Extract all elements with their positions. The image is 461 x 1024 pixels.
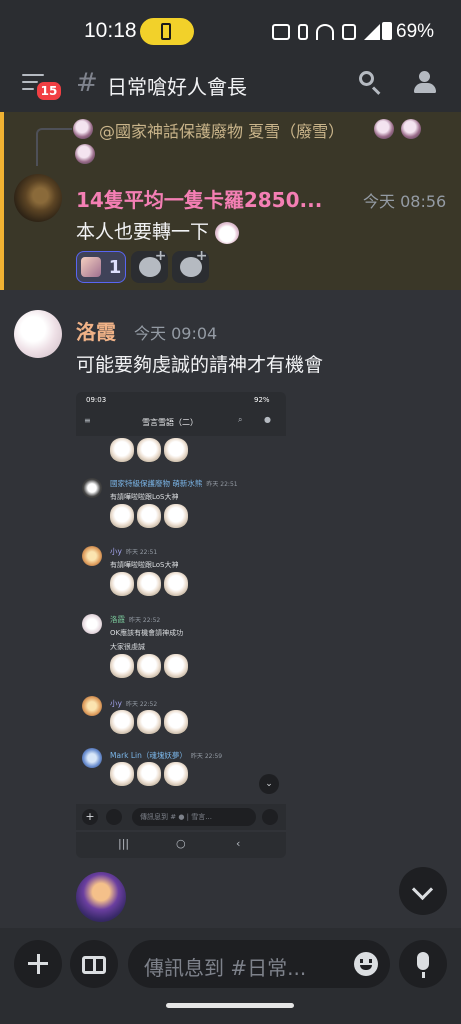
embedded-time: 09:03 <box>86 396 107 404</box>
embedded-header: ≡ 雪言雪語（二） ⌕ ● <box>76 410 286 436</box>
embedded-composer: + 傳訊息到 # ● | 雪言... <box>76 804 286 830</box>
embedded-back-icon: ‹ <box>236 837 241 850</box>
message-username[interactable]: 14隻平均一隻卡羅2850... <box>76 184 322 213</box>
embedded-text: 大家很虔誠 <box>110 643 145 651</box>
embedded-username: Mark Lin（魂塊妖夢） 昨天 22:59 <box>110 751 223 760</box>
message-input[interactable]: 傳訊息到 #日常... <box>128 940 390 988</box>
embedded-chevron-down-icon: ⌄ <box>259 774 279 794</box>
avatar <box>82 696 102 716</box>
avatar[interactable] <box>14 310 62 358</box>
search-icon[interactable] <box>358 70 384 96</box>
battery-percent: 69% <box>396 21 435 42</box>
embedded-status-bar: 09:03 92% <box>76 392 286 410</box>
message-timestamp: 今天 08:56 <box>363 192 447 211</box>
attached-screenshot-image[interactable]: 09:03 92% ≡ 雪言雪語（二） ⌕ ● 國家特級保護廢物 萌新水熊 昨天 … <box>76 392 286 858</box>
status-bar: 10:18 69% <box>0 0 461 58</box>
reaction-emoji-icon <box>80 257 101 277</box>
reply-avatar <box>73 119 93 139</box>
members-icon[interactable] <box>412 70 440 96</box>
embedded-channel-title: 雪言雪語（二） <box>142 418 198 427</box>
embedded-username: 國家特級保護廢物 萌新水熊 昨天 22:51 <box>110 479 238 488</box>
emoji-icon[interactable] <box>354 952 378 976</box>
embedded-members-icon: ● <box>264 415 271 424</box>
avatar <box>82 546 102 566</box>
wifi-icon <box>316 24 334 40</box>
embedded-text: 有請嘩啦啦跟LoS大神 <box>110 561 179 569</box>
embedded-plus-icon: + <box>82 809 98 825</box>
embedded-input: 傳訊息到 # ● | 雪言... <box>132 808 256 826</box>
avatar[interactable] <box>14 174 62 222</box>
reply-connector <box>36 128 72 166</box>
sticker-row <box>110 438 188 462</box>
embedded-username: 小y 昨天 22:52 <box>110 699 158 708</box>
message-input-placeholder: 傳訊息到 #日常... <box>144 956 307 980</box>
message-username[interactable]: 洛霞 <box>76 316 116 345</box>
home-indicator[interactable] <box>166 1003 294 1008</box>
emoji-icon <box>215 221 240 244</box>
reply-sticker <box>401 119 421 139</box>
avatar <box>82 614 102 634</box>
battery-saver-icon <box>140 18 194 45</box>
lte-icon <box>342 24 356 40</box>
gift-button[interactable] <box>70 940 118 988</box>
message-timestamp: 今天 09:04 <box>134 324 218 343</box>
avatar <box>82 748 102 768</box>
plus-button[interactable] <box>14 940 62 988</box>
embedded-username: 洛霞 昨天 22:52 <box>110 615 161 624</box>
signal-icon <box>364 24 380 40</box>
hd-icon <box>272 24 290 40</box>
embedded-gift-icon <box>106 809 122 825</box>
add-reaction-icon <box>179 248 208 277</box>
mic-icon <box>417 952 429 978</box>
avatar[interactable] <box>76 872 126 922</box>
message-text: 本人也要轉一下 <box>76 221 210 243</box>
status-icons <box>272 22 380 42</box>
voice-message-button[interactable] <box>399 940 447 988</box>
vibrate-icon <box>298 24 308 40</box>
add-super-reaction-button[interactable] <box>131 248 168 283</box>
message-text: 可能要夠虔誠的請神才有機會 <box>76 354 324 376</box>
plus-icon <box>28 953 48 974</box>
embedded-recents-icon: ||| <box>118 837 130 850</box>
embedded-battery: 92% <box>254 396 270 404</box>
reply-sticker <box>75 144 95 164</box>
message-text-row: 本人也要轉一下 <box>76 217 240 244</box>
reaction-count: 1 <box>108 256 122 278</box>
unread-badge: 15 <box>35 80 63 102</box>
embedded-mic-icon <box>262 809 278 825</box>
channel-header: 15 # 日常嗆好人會長 <box>0 58 461 112</box>
status-time: 10:18 <box>84 19 137 42</box>
reaction-pill[interactable]: 1 <box>76 251 126 283</box>
embedded-nav-bar: ||| ○ ‹ <box>76 832 286 858</box>
battery-icon <box>382 22 392 40</box>
composer-bar: 傳訊息到 #日常... <box>0 928 461 1024</box>
avatar <box>82 478 102 498</box>
embedded-hamburger-icon: ≡ <box>84 416 91 425</box>
embedded-text: OK應該有機會請神成功 <box>110 629 184 637</box>
super-reaction-icon <box>138 248 167 277</box>
embedded-text: 有請嘩啦啦跟LoS大神 <box>110 493 179 501</box>
embedded-username: 小y 昨天 22:51 <box>110 547 158 556</box>
embedded-home-icon: ○ <box>176 837 186 850</box>
gift-icon <box>82 956 106 974</box>
chevron-down-icon[interactable] <box>399 867 447 915</box>
channel-title[interactable]: 日常嗆好人會長 <box>107 71 247 100</box>
add-reaction-button[interactable] <box>172 248 209 283</box>
reply-sticker <box>374 119 394 139</box>
embedded-search-icon: ⌕ <box>238 415 243 424</box>
hash-icon: # <box>76 68 98 98</box>
reply-preview[interactable]: @國家神話保護廢物 夏雪（廢雪） <box>99 118 344 142</box>
